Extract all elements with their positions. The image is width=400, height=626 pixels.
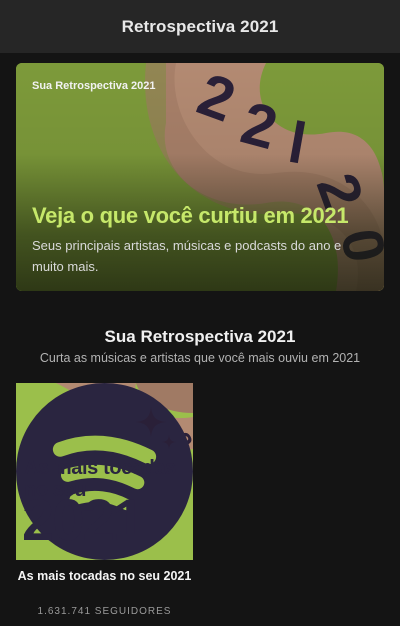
playlist-title[interactable]: As mais tocadas no seu 2021 — [16, 568, 193, 584]
page-title: Retrospectiva 2021 — [121, 16, 279, 36]
header-bar: Retrospectiva 2021 — [0, 0, 400, 53]
hero-description: Seus principais artistas, músicas e podc… — [32, 238, 342, 274]
sparkle-icon — [136, 407, 166, 437]
hero-title: Veja o que você curtiu em 2021 — [32, 203, 349, 228]
cover-year: 2021 — [22, 488, 145, 553]
playlist-followers: 1.631.741 SEGUIDORES — [37, 606, 172, 617]
playlist-cover[interactable]: 2 2 2 As mais tocadas no seu 2021 — [16, 383, 193, 560]
screen: Retrospectiva 2021 2 2 l 2 0 Sua Retrosp… — [0, 0, 400, 626]
section-title: Sua Retrospectiva 2021 — [104, 327, 296, 346]
sparkle-small-icon — [162, 435, 176, 449]
retrospective-hero-card[interactable]: 2 2 l 2 0 Sua Retrospectiva 2021 Veja o … — [16, 63, 384, 291]
section-subtitle: Curta as músicas e artistas que você mai… — [39, 351, 361, 365]
hero-eyebrow: Sua Retrospectiva 2021 — [32, 80, 156, 92]
